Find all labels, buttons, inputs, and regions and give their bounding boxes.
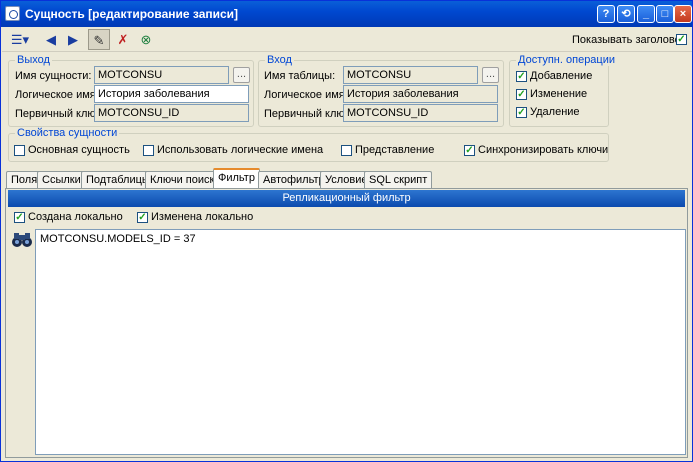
table-name-browse-button[interactable]: ... [482, 67, 499, 83]
sync-keys-label: Синхронизировать ключи [478, 144, 609, 156]
input-primary-key-label: Первичный ключ: [264, 108, 354, 120]
restore-icon[interactable]: ⟲ [617, 5, 635, 23]
maximize-button[interactable]: □ [656, 5, 674, 23]
input-logical-name-field[interactable]: История заболевания [343, 85, 498, 103]
edit-operation-label: Изменение [530, 88, 588, 100]
edit-operation-checkbox[interactable]: ✓ [516, 89, 527, 100]
tab-sql-script[interactable]: SQL скрипт [364, 171, 433, 188]
created-locally-checkbox[interactable]: ✓ [14, 212, 25, 223]
table-name-label: Имя таблицы: [264, 70, 336, 82]
main-entity-label: Основная сущность [28, 144, 130, 156]
forward-arrow-icon[interactable]: ▶ [62, 29, 84, 50]
view-checkbox[interactable] [341, 145, 352, 156]
close-button[interactable]: × [674, 5, 692, 23]
delete-operation-label: Удаление [530, 106, 580, 118]
menu-grid-icon[interactable]: ☰▾ [6, 29, 34, 50]
tab-filter[interactable]: Фильтр [213, 168, 260, 189]
entity-name-browse-button[interactable]: ... [233, 67, 250, 83]
entity-name-label: Имя сущности: [15, 70, 92, 82]
main-entity-checkbox[interactable] [14, 145, 25, 156]
use-logical-names-checkbox[interactable] [143, 145, 154, 156]
delete-record-icon[interactable]: ✗ [112, 29, 134, 50]
entity-props-group-title: Свойства сущности [15, 127, 120, 139]
minimize-button[interactable]: _ [637, 5, 655, 23]
created-locally-label: Создана локально [28, 211, 123, 223]
title-bar[interactable]: Сущность [редактирование записи] ? ⟲ _ □… [1, 1, 692, 27]
add-operation-checkbox[interactable]: ✓ [516, 71, 527, 82]
entity-name-field[interactable]: MOTCONSU [94, 66, 229, 84]
edit-pencil-icon[interactable]: ✎ [88, 29, 110, 50]
app-icon [5, 6, 20, 21]
changed-locally-checkbox[interactable]: ✓ [137, 212, 148, 223]
operations-group-title: Доступн. операции [516, 54, 618, 66]
add-operation-label: Добавление [530, 70, 593, 82]
primary-key-label: Первичный ключ: [15, 108, 105, 120]
filter-panel: Репликационный фильтр ✓ Создана локально… [5, 188, 688, 458]
view-label: Представление [355, 144, 435, 156]
binoculars-icon[interactable] [11, 231, 33, 249]
filter-expression-text: MOTCONSU.MODELS_ID = 37 [40, 233, 196, 245]
help-button[interactable]: ? [597, 5, 615, 23]
cancel-record-icon[interactable]: ⊗ [135, 29, 157, 50]
changed-locally-label: Изменена локально [151, 211, 254, 223]
logical-name-field[interactable]: История заболевания [94, 85, 249, 103]
delete-operation-checkbox[interactable]: ✓ [516, 107, 527, 118]
replication-filter-banner: Репликационный фильтр [8, 190, 685, 207]
editor-gutter [8, 229, 34, 455]
logical-name-label: Логическое имя: [15, 89, 99, 101]
input-group-title: Вход [265, 54, 294, 66]
use-logical-names-label: Использовать логические имена [157, 144, 324, 156]
entity-editor-window: Сущность [редактирование записи] ? ⟲ _ □… [0, 0, 693, 462]
tab-autofilter[interactable]: Автофильтр [258, 171, 330, 188]
input-primary-key-field[interactable]: MOTCONSU_ID [343, 104, 498, 122]
back-arrow-icon[interactable]: ◀ [40, 29, 62, 50]
window-title: Сущность [редактирование записи] [25, 7, 239, 21]
output-group-title: Выход [15, 54, 52, 66]
tab-links[interactable]: Ссылки [37, 171, 86, 188]
input-logical-name-label: Логическое имя: [264, 89, 348, 101]
show-header-checkbox[interactable]: ✓ [676, 34, 687, 45]
primary-key-field[interactable]: MOTCONSU_ID [94, 104, 249, 122]
show-header-label: Показывать заголовок [572, 34, 686, 46]
filter-expression-editor[interactable]: MOTCONSU.MODELS_ID = 37 [35, 229, 686, 455]
sync-keys-checkbox[interactable]: ✓ [464, 145, 475, 156]
tab-subtables[interactable]: Подтаблицы [81, 171, 155, 188]
table-name-field[interactable]: MOTCONSU [343, 66, 478, 84]
